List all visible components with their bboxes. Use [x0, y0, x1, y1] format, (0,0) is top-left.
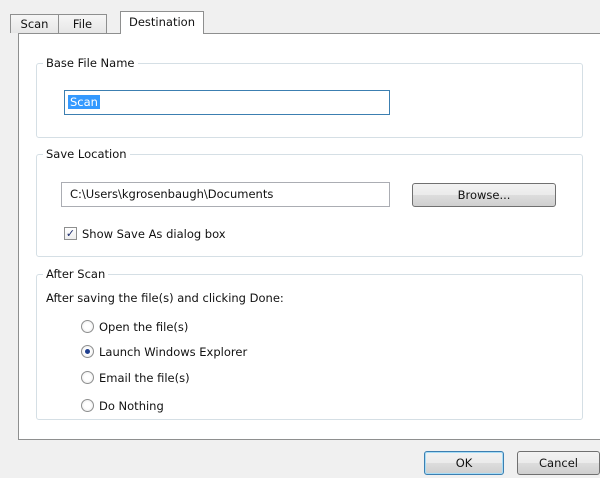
base-file-name-value: Scan [68, 95, 100, 109]
show-save-as-label: Show Save As dialog box [82, 227, 226, 241]
tab-file[interactable]: File [58, 14, 107, 33]
radio-selected-dot [85, 349, 90, 354]
radio-label: Email the file(s) [99, 371, 190, 385]
show-save-as-checkbox[interactable]: ✓ [64, 227, 77, 240]
ok-button[interactable]: OK [424, 451, 504, 475]
after-scan-group: After Scan After saving the file(s) and … [36, 267, 583, 420]
after-scan-legend: After Scan [43, 267, 109, 281]
base-file-name-legend: Base File Name [43, 56, 138, 70]
after-scan-description: After saving the file(s) and clicking Do… [46, 291, 284, 305]
save-location-path-input[interactable]: C:\Users\kgrosenbaugh\Documents [61, 182, 390, 207]
radio-button[interactable] [81, 320, 94, 333]
radio-button[interactable] [81, 399, 94, 412]
radio-label: Launch Windows Explorer [99, 345, 248, 359]
cancel-button[interactable]: Cancel [517, 451, 600, 475]
save-location-group: Save Location C:\Users\kgrosenbaugh\Docu… [36, 147, 583, 257]
base-file-name-input[interactable]: Scan [64, 90, 390, 115]
save-location-legend: Save Location [43, 147, 130, 161]
radio-button[interactable] [81, 371, 94, 384]
radio-label: Do Nothing [99, 399, 164, 413]
radio-button[interactable] [81, 345, 94, 358]
destination-tab-panel: Base File Name Scan Save Location C:\Use… [18, 33, 600, 440]
tab-destination[interactable]: Destination [120, 11, 204, 34]
base-file-name-group: Base File Name Scan [36, 56, 583, 138]
radio-label: Open the file(s) [99, 320, 189, 334]
tab-scan[interactable]: Scan [10, 14, 59, 33]
browse-button[interactable]: Browse... [412, 183, 556, 207]
